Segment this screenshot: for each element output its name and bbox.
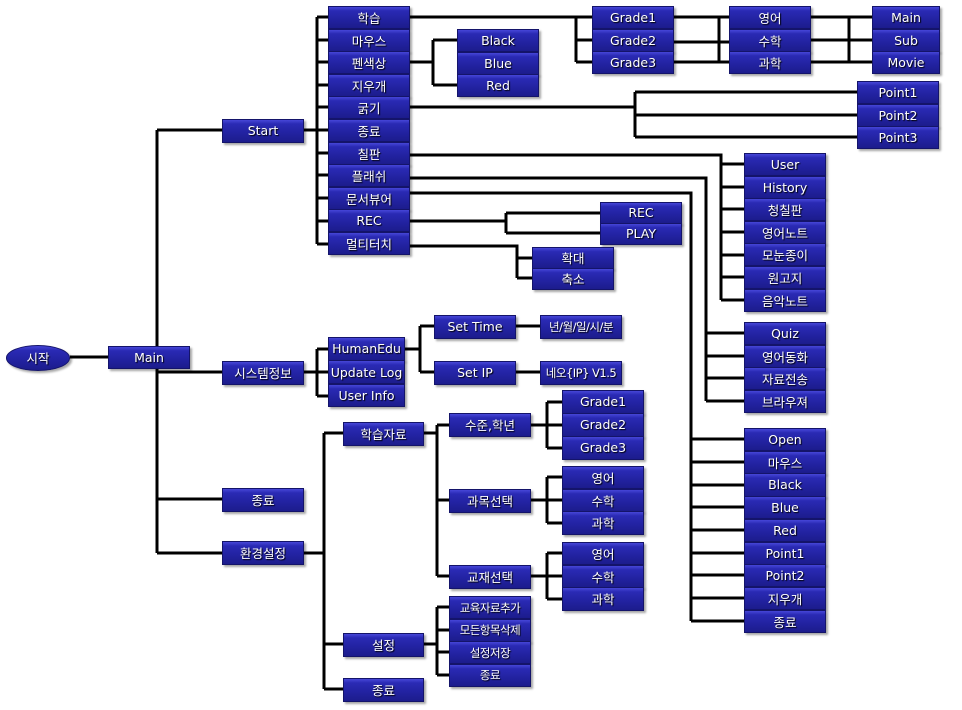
doc-viewer-item[interactable]: Point1 bbox=[744, 541, 826, 565]
system-info-item[interactable]: HumanEdu bbox=[328, 337, 405, 361]
study-media-item[interactable]: Sub bbox=[872, 28, 940, 52]
main-menu-start[interactable]: Start bbox=[222, 119, 304, 143]
main-node[interactable]: Main bbox=[108, 346, 190, 369]
learning-level-grade[interactable]: 수준,학년 bbox=[449, 413, 531, 437]
textbook-select-item[interactable]: 과학 bbox=[562, 587, 644, 611]
study-grade-item[interactable]: Grade2 bbox=[592, 28, 674, 52]
root-node[interactable]: 시작 bbox=[6, 345, 70, 371]
blackboard-item[interactable]: History bbox=[744, 175, 826, 199]
blackboard-item[interactable]: 청칠판 bbox=[744, 198, 826, 222]
blackboard-item[interactable]: 음악노트 bbox=[744, 288, 826, 312]
study-subject-item[interactable]: 과학 bbox=[729, 51, 811, 74]
doc-viewer-item[interactable]: Black bbox=[744, 473, 826, 497]
study-media-item[interactable]: Main bbox=[872, 6, 940, 29]
main-menu-settings[interactable]: 환경설정 bbox=[222, 541, 304, 565]
start-menu-item[interactable]: REC bbox=[328, 209, 410, 233]
study-subject-item[interactable]: 영어 bbox=[729, 6, 811, 29]
start-menu-item[interactable]: 지우개 bbox=[328, 73, 410, 97]
config-item[interactable]: 교육자료추가 bbox=[449, 596, 531, 619]
config-item[interactable]: 모든항목삭제 bbox=[449, 618, 531, 642]
settings-learning-material[interactable]: 학습자료 bbox=[343, 422, 424, 446]
study-grade-item[interactable]: Grade1 bbox=[592, 6, 674, 29]
learning-subject-select[interactable]: 과목선택 bbox=[449, 489, 531, 513]
level-grade-item[interactable]: Grade1 bbox=[562, 390, 644, 414]
config-item[interactable]: 종료 bbox=[449, 663, 531, 687]
thickness-item[interactable]: Point3 bbox=[857, 126, 939, 149]
multitouch-item[interactable]: 확대 bbox=[532, 247, 614, 269]
settings-config[interactable]: 설정 bbox=[343, 633, 424, 657]
start-menu-item[interactable]: 굵기 bbox=[328, 96, 410, 120]
flash-item[interactable]: 영어동화 bbox=[744, 344, 826, 368]
flash-item[interactable]: Quiz bbox=[744, 322, 826, 346]
ip-version-node[interactable]: 네오{IP} V1.5 bbox=[540, 361, 622, 385]
thickness-item[interactable]: Point2 bbox=[857, 103, 939, 127]
pen-color-item[interactable]: Black bbox=[457, 29, 539, 52]
start-menu-item[interactable]: 펜색상 bbox=[328, 51, 410, 75]
doc-viewer-item[interactable]: Point2 bbox=[744, 564, 826, 588]
subject-select-item[interactable]: 과학 bbox=[562, 511, 644, 535]
flash-item[interactable]: 자료전송 bbox=[744, 367, 826, 391]
learning-textbook-select[interactable]: 교재선택 bbox=[449, 565, 531, 589]
pen-color-item[interactable]: Blue bbox=[457, 51, 539, 75]
main-menu-exit[interactable]: 종료 bbox=[222, 488, 304, 512]
start-menu-item[interactable]: 플래쉬 bbox=[328, 164, 410, 188]
doc-viewer-item[interactable]: Open bbox=[744, 428, 826, 452]
config-item[interactable]: 설정저장 bbox=[449, 641, 531, 664]
subject-select-item[interactable]: 수학 bbox=[562, 488, 644, 512]
flash-item[interactable]: 브라우져 bbox=[744, 389, 826, 413]
doc-viewer-item[interactable]: Red bbox=[744, 518, 826, 542]
time-format-node[interactable]: 년/월/일/시/분 bbox=[540, 315, 622, 339]
pen-color-item[interactable]: Red bbox=[457, 74, 539, 97]
start-menu-item[interactable]: 학습 bbox=[328, 6, 410, 30]
thickness-item[interactable]: Point1 bbox=[857, 81, 939, 104]
textbook-select-item[interactable]: 영어 bbox=[562, 542, 644, 566]
multitouch-item[interactable]: 축소 bbox=[532, 268, 614, 290]
settings-exit[interactable]: 종료 bbox=[343, 678, 424, 702]
rec-item[interactable]: PLAY bbox=[600, 223, 682, 245]
set-ip-node[interactable]: Set IP bbox=[434, 361, 516, 385]
level-grade-item[interactable]: Grade3 bbox=[562, 436, 644, 460]
main-menu-system-info[interactable]: 시스템정보 bbox=[222, 361, 304, 385]
level-grade-item[interactable]: Grade2 bbox=[562, 413, 644, 437]
doc-viewer-item[interactable]: Blue bbox=[744, 496, 826, 520]
doc-viewer-item[interactable]: 지우개 bbox=[744, 586, 826, 611]
system-info-item[interactable]: Update Log bbox=[328, 360, 405, 385]
doc-viewer-item[interactable]: 종료 bbox=[744, 609, 826, 633]
textbook-select-item[interactable]: 수학 bbox=[562, 564, 644, 588]
rec-item[interactable]: REC bbox=[600, 202, 682, 224]
start-menu-item[interactable]: 마우스 bbox=[328, 28, 410, 52]
blackboard-item[interactable]: User bbox=[744, 153, 826, 177]
start-menu-item[interactable]: 칠판 bbox=[328, 141, 410, 165]
doc-viewer-item[interactable]: 마우스 bbox=[744, 450, 826, 474]
study-grade-item[interactable]: Grade3 bbox=[592, 51, 674, 74]
study-media-item[interactable]: Movie bbox=[872, 51, 940, 74]
subject-select-item[interactable]: 영어 bbox=[562, 466, 644, 490]
start-menu-item[interactable]: 종료 bbox=[328, 119, 410, 143]
system-info-item[interactable]: User Info bbox=[328, 383, 405, 408]
start-menu-item[interactable]: 문서뷰어 bbox=[328, 186, 410, 210]
study-subject-item[interactable]: 수학 bbox=[729, 28, 811, 52]
blackboard-item[interactable]: 영어노트 bbox=[744, 220, 826, 244]
blackboard-item[interactable]: 모눈종이 bbox=[744, 243, 826, 267]
set-time-node[interactable]: Set Time bbox=[434, 315, 516, 339]
blackboard-item[interactable]: 원고지 bbox=[744, 266, 826, 290]
start-menu-item[interactable]: 멀티터치 bbox=[328, 232, 410, 256]
